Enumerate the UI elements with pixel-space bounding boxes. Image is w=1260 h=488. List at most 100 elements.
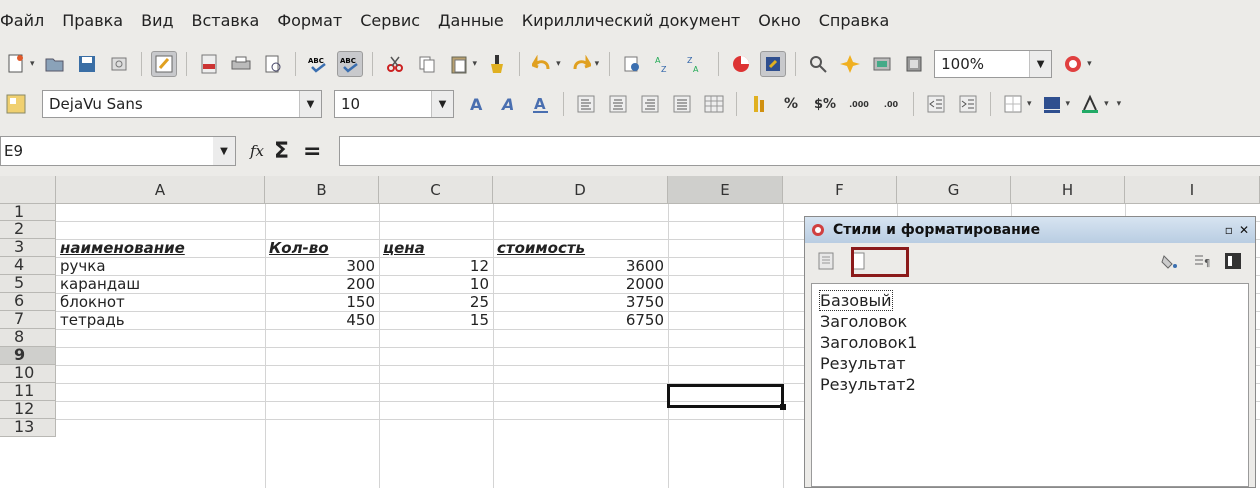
function-button[interactable]: = bbox=[303, 139, 321, 164]
cell-b6[interactable]: 150 bbox=[265, 293, 375, 311]
menu-view[interactable]: Вид bbox=[132, 11, 182, 30]
name-box[interactable]: E9 ▼ bbox=[0, 136, 236, 166]
sort-ascending-button[interactable]: AZ bbox=[651, 51, 677, 77]
cut-button[interactable] bbox=[382, 51, 408, 77]
chevron-down-icon[interactable]: ▼ bbox=[299, 91, 321, 117]
row-header-4[interactable]: 4 bbox=[0, 257, 56, 275]
find-replace-button[interactable] bbox=[805, 51, 831, 77]
menu-window[interactable]: Окно bbox=[749, 11, 810, 30]
new-style-from-selection-button[interactable]: ¶ bbox=[1188, 248, 1214, 274]
merge-cells-button[interactable] bbox=[701, 91, 727, 117]
data-sources-button[interactable] bbox=[901, 51, 927, 77]
column-header-i[interactable]: I bbox=[1125, 176, 1260, 204]
cell-d4[interactable]: 3600 bbox=[493, 257, 664, 275]
select-all-corner[interactable] bbox=[0, 176, 56, 204]
toolbar-overflow-arrow[interactable]: ▾ bbox=[1087, 59, 1092, 69]
borders-dropdown-arrow[interactable]: ▾ bbox=[1027, 99, 1032, 109]
style-item-heading1[interactable]: Заголовок1 bbox=[820, 332, 1248, 353]
justify-button[interactable] bbox=[669, 91, 695, 117]
chevron-down-icon[interactable]: ▼ bbox=[1029, 51, 1052, 77]
cell-c4[interactable]: 12 bbox=[379, 257, 489, 275]
save-button[interactable] bbox=[74, 51, 100, 77]
currency-format-button[interactable] bbox=[746, 91, 772, 117]
toolbar-overflow-arrow[interactable]: ▾ bbox=[1117, 99, 1122, 109]
redo-dropdown-arrow[interactable]: ▾ bbox=[595, 59, 600, 69]
print-button[interactable] bbox=[228, 51, 254, 77]
font-color-button[interactable] bbox=[1077, 91, 1103, 117]
italic-button[interactable]: A bbox=[496, 91, 522, 117]
row-header-6[interactable]: 6 bbox=[0, 293, 56, 311]
column-header-a[interactable]: A bbox=[56, 176, 265, 204]
function-wizard-button[interactable]: fx bbox=[250, 142, 264, 160]
cell-b3[interactable]: Кол-во bbox=[269, 239, 329, 257]
cell-a7[interactable]: тетрадь bbox=[60, 311, 125, 329]
style-item-heading[interactable]: Заголовок bbox=[820, 311, 1248, 332]
cell-c5[interactable]: 10 bbox=[379, 275, 489, 293]
column-header-f[interactable]: F bbox=[783, 176, 897, 204]
column-header-c[interactable]: C bbox=[379, 176, 493, 204]
borders-button[interactable] bbox=[1000, 91, 1026, 117]
page-preview-button[interactable] bbox=[260, 51, 286, 77]
cell-d3[interactable]: стоимость bbox=[497, 239, 585, 257]
autospellcheck-button[interactable]: ABC bbox=[336, 51, 363, 77]
menu-insert[interactable]: Вставка bbox=[183, 11, 269, 30]
cell-d5[interactable]: 2000 bbox=[493, 275, 664, 293]
paste-button[interactable] bbox=[446, 51, 472, 77]
style-item-result[interactable]: Результат bbox=[820, 353, 1248, 374]
paste-dropdown-arrow[interactable]: ▾ bbox=[473, 59, 478, 69]
navigator-button[interactable] bbox=[837, 51, 863, 77]
cell-b4[interactable]: 300 bbox=[265, 257, 375, 275]
menu-help[interactable]: Справка bbox=[810, 11, 899, 30]
delete-decimal-button[interactable]: .00 bbox=[878, 91, 904, 117]
cell-styles-button[interactable] bbox=[813, 248, 839, 274]
cell-c3[interactable]: цена bbox=[383, 239, 425, 257]
menu-cyrillic-document[interactable]: Кириллический документ bbox=[513, 11, 749, 30]
align-left-button[interactable] bbox=[573, 91, 599, 117]
close-icon[interactable]: ✕ bbox=[1239, 223, 1249, 237]
column-header-b[interactable]: B bbox=[265, 176, 379, 204]
cell-d6[interactable]: 3750 bbox=[493, 293, 664, 311]
menu-data[interactable]: Данные bbox=[429, 11, 513, 30]
row-header-1[interactable]: 1 bbox=[0, 204, 56, 221]
open-button[interactable] bbox=[42, 51, 68, 77]
cell-c7[interactable]: 15 bbox=[379, 311, 489, 329]
edit-file-button[interactable] bbox=[150, 51, 177, 77]
cell-b5[interactable]: 200 bbox=[265, 275, 375, 293]
cell-a6[interactable]: блокнот bbox=[60, 293, 125, 311]
hyperlink-button[interactable] bbox=[619, 51, 645, 77]
row-header-2[interactable]: 2 bbox=[0, 221, 56, 239]
new-document-button[interactable] bbox=[3, 51, 29, 77]
chevron-down-icon[interactable]: ▼ bbox=[213, 137, 235, 165]
cell-c6[interactable]: 25 bbox=[379, 293, 489, 311]
update-style-button[interactable] bbox=[1220, 248, 1246, 274]
draw-functions-button[interactable] bbox=[760, 51, 787, 77]
font-name-select[interactable]: DejaVu Sans ▼ bbox=[42, 90, 322, 118]
row-header-13[interactable]: 13 bbox=[0, 419, 56, 437]
align-center-button[interactable] bbox=[605, 91, 631, 117]
cell-a4[interactable]: ручка bbox=[60, 257, 106, 275]
help-button[interactable] bbox=[1060, 51, 1086, 77]
add-decimal-button[interactable]: .000 bbox=[846, 91, 872, 117]
menu-tools[interactable]: Сервис bbox=[351, 11, 429, 30]
column-header-g[interactable]: G bbox=[897, 176, 1011, 204]
fill-format-mode-button[interactable] bbox=[1156, 248, 1182, 274]
undo-dropdown-arrow[interactable]: ▾ bbox=[556, 59, 561, 69]
new-dropdown-arrow[interactable]: ▾ bbox=[30, 59, 35, 69]
font-color-dropdown-arrow[interactable]: ▾ bbox=[1104, 99, 1109, 109]
zoom-select[interactable]: 100% ▼ bbox=[934, 50, 1053, 78]
column-header-d[interactable]: D bbox=[493, 176, 668, 204]
menu-format[interactable]: Формат bbox=[268, 11, 351, 30]
style-item-default[interactable]: Базовый bbox=[819, 290, 1248, 311]
increase-indent-button[interactable] bbox=[955, 91, 981, 117]
chevron-down-icon[interactable]: ▼ bbox=[431, 91, 453, 117]
sort-descending-button[interactable]: ZA bbox=[683, 51, 709, 77]
row-header-5[interactable]: 5 bbox=[0, 275, 56, 293]
decrease-indent-button[interactable] bbox=[923, 91, 949, 117]
cell-b7[interactable]: 450 bbox=[265, 311, 375, 329]
export-pdf-button[interactable] bbox=[196, 51, 222, 77]
background-color-button[interactable] bbox=[1039, 91, 1065, 117]
undock-icon[interactable]: ▫ bbox=[1225, 223, 1233, 237]
formula-input[interactable] bbox=[339, 136, 1260, 166]
cell-a5[interactable]: карандаш bbox=[60, 275, 140, 293]
style-item-result2[interactable]: Результат2 bbox=[820, 374, 1248, 395]
